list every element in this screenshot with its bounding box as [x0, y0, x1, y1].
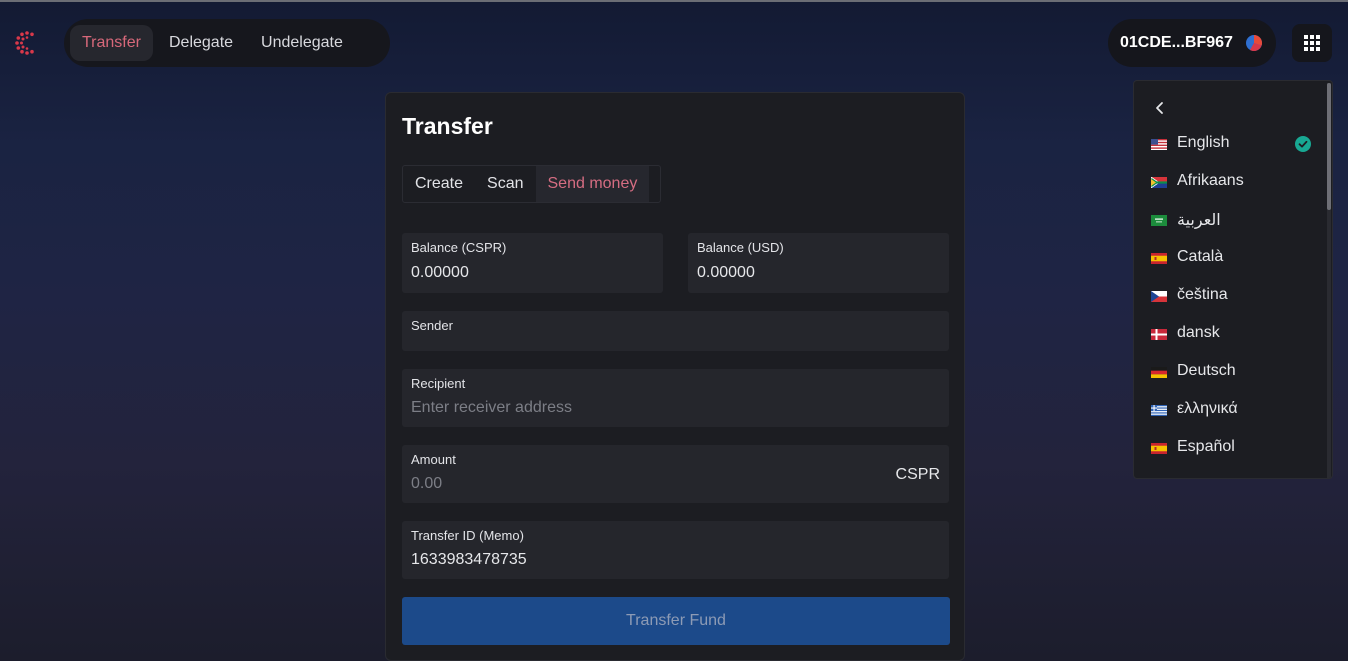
recipient-input[interactable]: Recipient Enter receiver address [402, 369, 949, 427]
es-flag-icon [1151, 443, 1167, 454]
tab-create[interactable]: Create [403, 166, 475, 202]
tab-send-money[interactable]: Send money [535, 166, 650, 202]
language-label: ελληνικά [1177, 400, 1238, 417]
es-flag-icon [1151, 253, 1167, 264]
apps-menu-button[interactable] [1292, 24, 1332, 62]
nav-delegate[interactable]: Delegate [157, 25, 245, 61]
cz-flag-icon [1151, 291, 1167, 302]
language-label: Afrikaans [1177, 172, 1244, 189]
recipient-label: Recipient [411, 376, 466, 391]
language-item-czech[interactable]: čeština [1134, 279, 1324, 313]
de-flag-icon [1151, 367, 1167, 378]
memo-input[interactable]: Transfer ID (Memo) 1633983478735 [402, 521, 949, 579]
gr-flag-icon [1151, 405, 1167, 416]
sa-flag-icon [1151, 215, 1167, 226]
account-address: 01CDE...BF967 [1120, 34, 1233, 51]
dk-flag-icon [1151, 329, 1167, 340]
balance-cspr-field: Balance (CSPR) 0.00000 [402, 233, 663, 293]
check-circle-icon [1295, 136, 1311, 152]
language-label: dansk [1177, 324, 1220, 341]
transfer-card: Transfer Create Scan Send money Balance … [385, 92, 965, 661]
account-avatar-icon [1246, 35, 1262, 51]
balance-usd-field: Balance (USD) 0.00000 [688, 233, 949, 293]
language-label: العربية [1177, 212, 1221, 229]
za-flag-icon [1151, 177, 1167, 188]
nav-transfer[interactable]: Transfer [70, 25, 153, 61]
balance-usd-value: 0.00000 [697, 264, 755, 281]
language-label: Español [1177, 438, 1235, 455]
page-title: Transfer [402, 113, 493, 139]
memo-label: Transfer ID (Memo) [411, 528, 524, 543]
language-label: English [1177, 134, 1230, 151]
amount-label: Amount [411, 452, 456, 467]
memo-value: 1633983478735 [411, 551, 527, 568]
chevron-left-icon[interactable] [1152, 97, 1168, 119]
recipient-placeholder: Enter receiver address [411, 399, 572, 416]
language-item-english[interactable]: English [1134, 127, 1324, 161]
language-item-spanish[interactable]: Español [1134, 431, 1324, 465]
language-label: čeština [1177, 286, 1228, 303]
language-label: Català [1177, 248, 1224, 265]
transfer-tabs: Create Scan Send money [402, 165, 661, 203]
sender-label: Sender [411, 318, 453, 333]
main-nav: Transfer Delegate Undelegate [64, 19, 390, 67]
amount-unit: CSPR [895, 466, 940, 483]
language-item-catalan[interactable]: Català [1134, 241, 1324, 275]
language-item-arabic[interactable]: العربية [1134, 203, 1324, 237]
us-flag-icon [1151, 139, 1167, 150]
balance-cspr-value: 0.00000 [411, 264, 469, 281]
language-item-danish[interactable]: dansk [1134, 317, 1324, 351]
amount-placeholder: 0.00 [411, 475, 443, 492]
transfer-fund-button[interactable]: Transfer Fund [402, 597, 950, 645]
top-border [0, 0, 1348, 2]
casper-logo-icon [15, 31, 34, 55]
language-item-afrikaans[interactable]: Afrikaans [1134, 165, 1324, 199]
language-item-german[interactable]: Deutsch [1134, 355, 1324, 389]
language-scrollbar-thumb[interactable] [1327, 83, 1331, 210]
language-menu: English Afrikaans العربية Català čeština… [1133, 80, 1333, 479]
nav-undelegate[interactable]: Undelegate [249, 25, 355, 61]
balance-usd-label: Balance (USD) [697, 240, 784, 255]
grid-apps-icon [1304, 35, 1320, 51]
balance-cspr-label: Balance (CSPR) [411, 240, 507, 255]
tab-scan[interactable]: Scan [475, 166, 535, 202]
language-item-greek[interactable]: ελληνικά [1134, 393, 1324, 427]
language-label: Deutsch [1177, 362, 1236, 379]
amount-input[interactable]: Amount 0.00 CSPR [402, 445, 949, 503]
sender-field[interactable]: Sender [402, 311, 949, 351]
account-button[interactable]: 01CDE...BF967 [1108, 19, 1276, 67]
